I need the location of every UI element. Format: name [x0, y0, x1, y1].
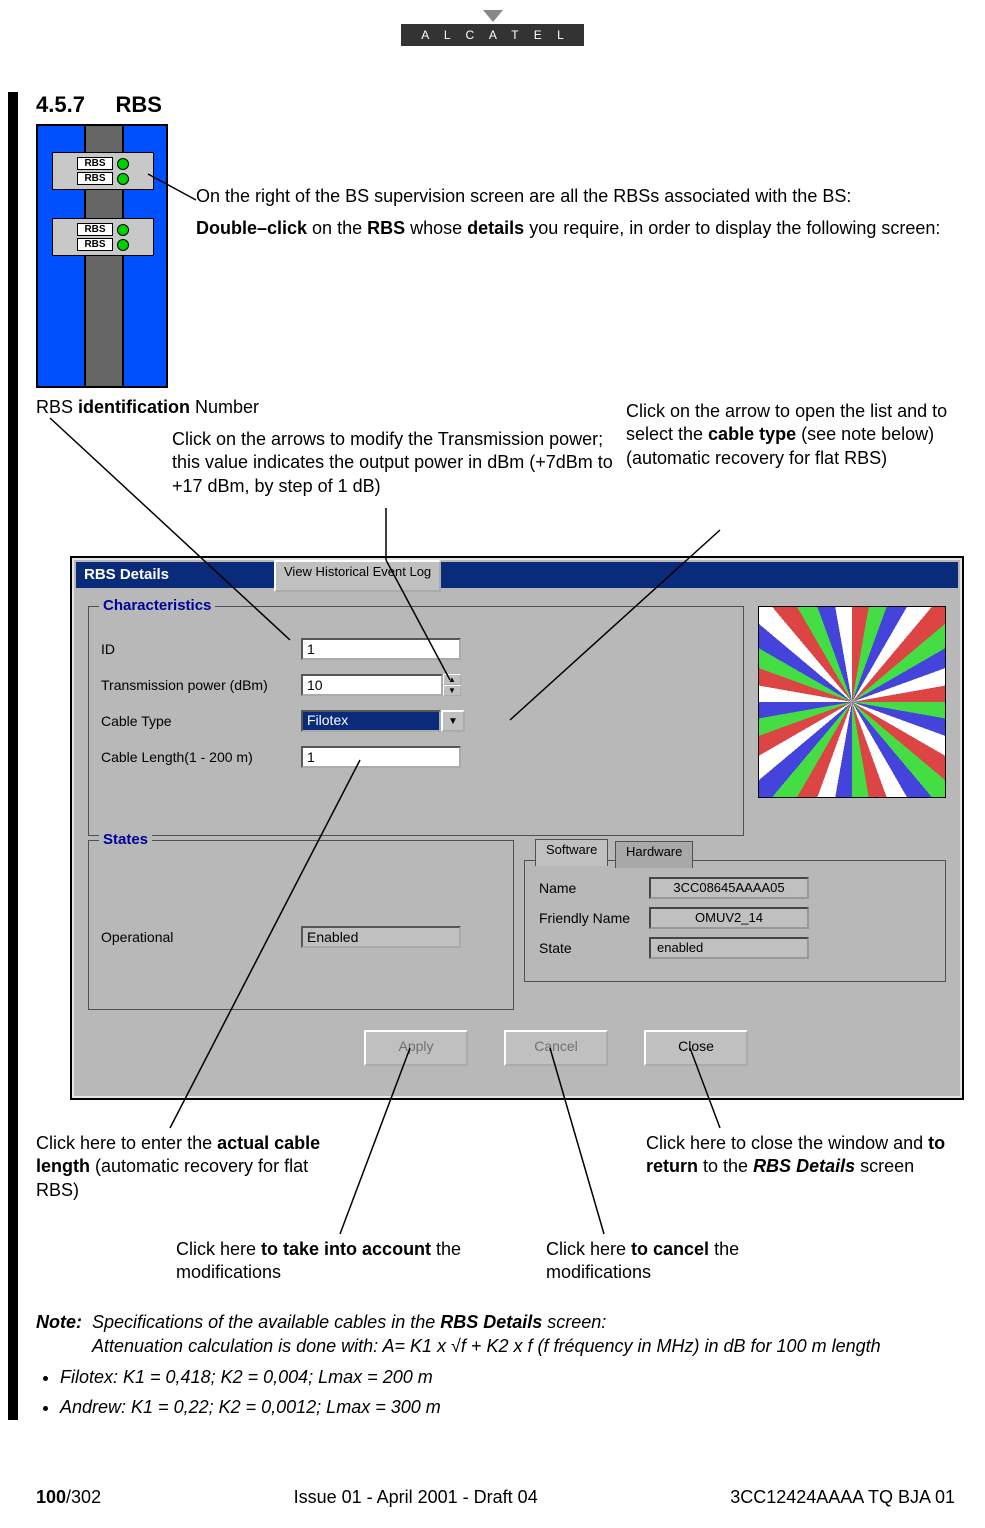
state-field: enabled [649, 937, 809, 959]
footer-docref: 3CC12424AAAA TQ BJA 01 [730, 1487, 955, 1508]
id-field[interactable] [301, 638, 461, 660]
characteristics-group: Characteristics ID Transmission power (d… [88, 606, 744, 836]
status-led-icon [117, 239, 129, 251]
rbs-details-dialog: RBS Details View Historical Event Log Ch… [70, 556, 964, 1100]
page-margin-bar [8, 92, 18, 1420]
label-cable-length: Cable Length(1 - 200 m) [101, 749, 301, 765]
label-id: ID [101, 641, 301, 657]
group-title-states: States [99, 831, 152, 848]
status-led-icon [117, 224, 129, 236]
status-led-icon [117, 173, 129, 185]
name-field: 3CC08645AAAA05 [649, 877, 809, 899]
dialog-title: RBS Details [84, 566, 169, 583]
label-cable-type: Cable Type [101, 713, 301, 729]
cancel-button[interactable]: Cancel [504, 1030, 608, 1066]
label-operational: Operational [101, 929, 301, 945]
rbs-chip[interactable]: RBS [77, 172, 112, 185]
callout-cancel: Click here to cancel the modifications [546, 1238, 756, 1285]
close-button[interactable]: Close [644, 1030, 748, 1066]
tab-software[interactable]: Software [535, 839, 608, 866]
label-name: Name [539, 880, 649, 896]
software-hardware-panel: Software Hardware Name 3CC08645AAAA05 Fr… [524, 860, 946, 982]
view-history-button[interactable]: View Historical Event Log [274, 560, 441, 592]
group-title-characteristics: Characteristics [99, 597, 215, 614]
tx-power-spinner[interactable]: ▲▼ [443, 674, 461, 696]
rbs-chip[interactable]: RBS [77, 223, 112, 236]
states-group: States Operational [88, 840, 514, 1010]
section-title: RBS [116, 92, 162, 117]
page-footer: 100/302 Issue 01 - April 2001 - Draft 04… [36, 1487, 955, 1508]
label-state: State [539, 940, 649, 956]
cable-type-combo[interactable]: Filotex ▼ [301, 710, 465, 732]
note-andrew: Andrew: K1 = 0,22; K2 = 0,0012; Lmax = 3… [60, 1395, 955, 1419]
callout-cable-type: Click on the arrow to open the list and … [626, 400, 956, 470]
chevron-down-icon[interactable]: ▼ [443, 685, 461, 696]
dialog-titlebar: RBS Details [76, 562, 958, 588]
callout-cable-length: Click here to enter the actual cable len… [36, 1132, 326, 1202]
friendly-name-field: OMUV2_14 [649, 907, 809, 929]
status-led-icon [117, 158, 129, 170]
footer-issue: Issue 01 - April 2001 - Draft 04 [294, 1487, 538, 1508]
logo-text: A L C A T E L [401, 24, 584, 46]
intro-line1: On the right of the BS supervision scree… [196, 184, 955, 208]
label-friendly-name: Friendly Name [539, 910, 649, 926]
label-tx-power: Transmission power (dBm) [101, 677, 301, 693]
tx-power-field[interactable] [301, 674, 443, 696]
cable-length-field[interactable] [301, 746, 461, 768]
callout-apply: Click here to take into account the modi… [176, 1238, 506, 1285]
rbs-chip[interactable]: RBS [77, 157, 112, 170]
header-logo: A L C A T E L [0, 10, 985, 46]
section-heading: 4.5.7 RBS [36, 92, 162, 118]
operational-field [301, 926, 461, 948]
cable-type-value: Filotex [301, 710, 441, 732]
chevron-down-icon[interactable]: ▼ [441, 710, 465, 732]
callout-rbs-id: RBS identification Number [36, 396, 316, 419]
note-attenuation: Attenuation calculation is done with: A=… [36, 1334, 955, 1358]
callout-close: Click here to close the window and to re… [646, 1132, 946, 1179]
intro-text: On the right of the BS supervision scree… [196, 184, 955, 241]
note-block: Note: Specifications of the available ca… [36, 1310, 955, 1425]
rbs-tower-thumbnail: RBS RBS RBS RBS [36, 124, 168, 388]
rbs-chip[interactable]: RBS [77, 238, 112, 251]
chevron-up-icon[interactable]: ▲ [443, 674, 461, 685]
tab-hardware[interactable]: Hardware [615, 841, 693, 868]
section-number: 4.5.7 [36, 92, 85, 117]
note-filotex: Filotex: K1 = 0,418; K2 = 0,004; Lmax = … [60, 1365, 955, 1389]
rbs-image-area [758, 606, 946, 798]
apply-button[interactable]: Apply [364, 1030, 468, 1066]
logo-triangle-icon [483, 10, 503, 22]
callout-tx-power: Click on the arrows to modify the Transm… [172, 428, 622, 498]
